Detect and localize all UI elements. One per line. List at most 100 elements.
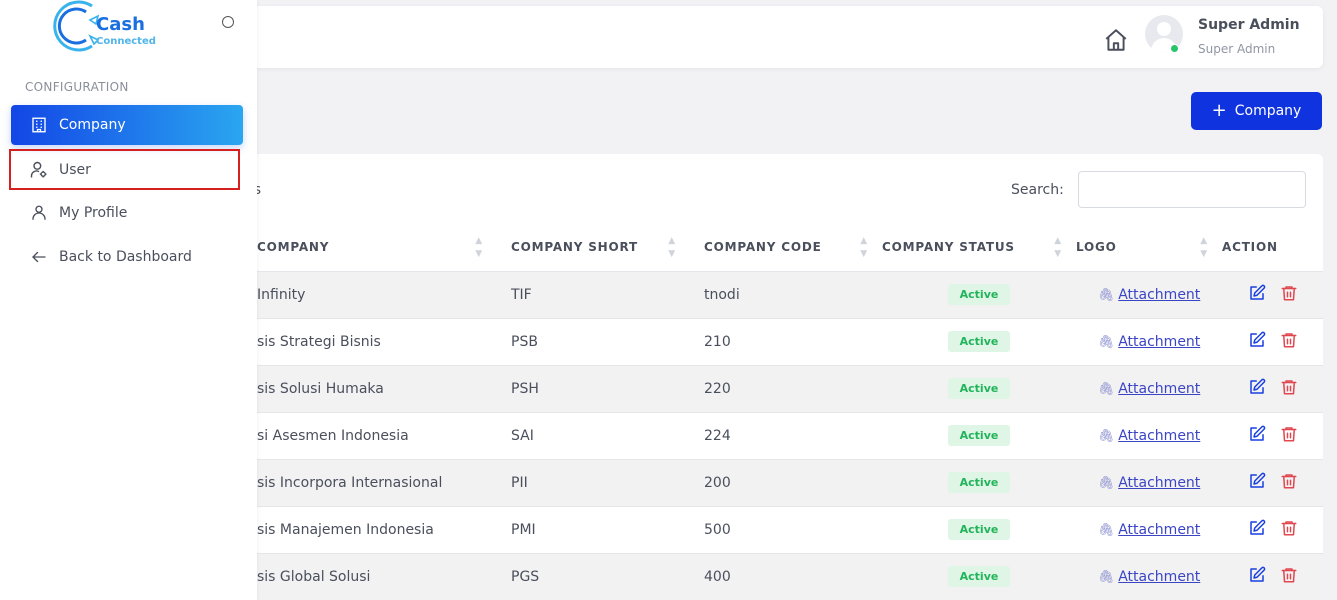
sidebar-item-label: Back to Dashboard	[59, 249, 192, 265]
action-cell	[1222, 271, 1323, 319]
attachment-link[interactable]: Attachment	[1118, 381, 1200, 397]
company-status-cell: Active	[882, 459, 1076, 507]
table-row: sis Incorpora Internasional PII 200 Active 🖇…	[190, 459, 1323, 507]
company-short-cell: PII	[497, 459, 690, 507]
table-row: Infinity TIF tnodi Active 🖇 Attachment	[190, 271, 1323, 319]
company-short-cell: SAI	[497, 412, 690, 460]
sort-icon: ▲ ▼	[668, 236, 676, 259]
status-badge: Active	[947, 472, 1011, 493]
edit-icon[interactable]	[1248, 331, 1266, 353]
company-short-cell: PMI	[497, 506, 690, 554]
sidebar-item-label: User	[59, 161, 91, 178]
action-cell	[1222, 506, 1323, 554]
action-cell	[1222, 318, 1323, 366]
arrow-left-icon	[29, 247, 49, 267]
status-badge: Active	[947, 378, 1011, 399]
column-header-company-short[interactable]: COMPANY SHORT ▲ ▼	[497, 224, 690, 272]
company-code-cell: 224	[690, 412, 882, 460]
online-status-dot	[1170, 44, 1179, 53]
company-short-cell: PSB	[497, 318, 690, 366]
column-header-logo[interactable]: LOGO ▲ ▼	[1076, 224, 1222, 272]
attachment-link[interactable]: Attachment	[1118, 334, 1200, 350]
attachment-link[interactable]: Attachment	[1118, 522, 1200, 538]
add-company-button[interactable]: + Company	[1191, 92, 1322, 130]
delete-icon[interactable]	[1280, 566, 1298, 588]
table-row: sis Solusi Humaka PSH 220 Active 🖇 Attachment	[190, 365, 1323, 413]
company-code-cell: 500	[690, 506, 882, 554]
user-name: Super Admin	[1198, 17, 1300, 33]
table-row: sis Manajemen Indonesia PMI 500 Active 🖇 Atta…	[190, 506, 1323, 554]
sidebar-item-my-profile[interactable]: My Profile	[11, 193, 243, 233]
edit-icon[interactable]	[1248, 472, 1266, 494]
home-icon[interactable]	[1103, 27, 1129, 53]
company-short-cell: PSH	[497, 365, 690, 413]
paperclip-icon: 🖇	[1097, 522, 1115, 538]
logo-cell: 🖇 Attachment	[1076, 506, 1222, 554]
logo-cell: 🖇 Attachment	[1076, 553, 1222, 600]
user-role: Super Admin	[1198, 42, 1276, 56]
delete-icon[interactable]	[1280, 519, 1298, 541]
building-icon	[29, 115, 49, 135]
sidebar-item-back-to-dashboard[interactable]: Back to Dashboard	[11, 237, 243, 277]
edit-icon[interactable]	[1248, 378, 1266, 400]
paperclip-icon: 🖇	[1097, 475, 1115, 491]
status-badge: Active	[947, 284, 1011, 305]
edit-icon[interactable]	[1248, 284, 1266, 306]
delete-icon[interactable]	[1280, 284, 1298, 306]
table-row: sis Strategi Bisnis PSB 210 Active 🖇 Attachme…	[190, 318, 1323, 366]
company-status-cell: Active	[882, 553, 1076, 600]
action-cell	[1222, 553, 1323, 600]
edit-icon[interactable]	[1248, 519, 1266, 541]
company-code-cell: 210	[690, 318, 882, 366]
delete-icon[interactable]	[1280, 378, 1298, 400]
delete-icon[interactable]	[1280, 472, 1298, 494]
action-cell	[1222, 412, 1323, 460]
action-cell	[1222, 365, 1323, 413]
company-short-cell: PGS	[497, 553, 690, 600]
brand-name: Cash	[96, 14, 145, 35]
paperclip-icon: 🖇	[1097, 428, 1115, 444]
plus-icon: +	[1211, 100, 1227, 121]
company-code-cell: tnodi	[690, 271, 882, 319]
company-code-cell: 400	[690, 553, 882, 600]
edit-icon[interactable]	[1248, 566, 1266, 588]
table-row: si Asesmen Indonesia SAI 224 Active 🖇 Attachm…	[190, 412, 1323, 460]
search-input[interactable]	[1078, 171, 1306, 208]
sidebar-item-label: My Profile	[59, 205, 128, 221]
sidebar-item-company[interactable]: Company	[11, 105, 243, 145]
sidebar-toggle[interactable]	[222, 16, 234, 28]
table-row: sis Global Solusi PGS 400 Active 🖇 Attachment	[190, 553, 1323, 600]
brand-subtitle: Connected	[96, 36, 156, 47]
company-status-cell: Active	[882, 271, 1076, 319]
sort-icon: ▲ ▼	[860, 236, 868, 259]
column-header-action: ACTION	[1222, 224, 1323, 272]
company-code-cell: 220	[690, 365, 882, 413]
company-status-cell: Active	[882, 412, 1076, 460]
delete-icon[interactable]	[1280, 425, 1298, 447]
column-header-company-code[interactable]: COMPANY CODE ▲ ▼	[690, 224, 882, 272]
attachment-link[interactable]: Attachment	[1118, 428, 1200, 444]
logo-cell: 🖇 Attachment	[1076, 271, 1222, 319]
column-header-company-status[interactable]: COMPANY STATUS ▲ ▼	[882, 224, 1076, 272]
company-code-cell: 200	[690, 459, 882, 507]
attachment-link[interactable]: Attachment	[1118, 287, 1200, 303]
person-icon	[29, 203, 49, 223]
delete-icon[interactable]	[1280, 331, 1298, 353]
company-table-card: tries Search: COMPANY▲▼ COMPANY SHORT▲▼ …	[190, 154, 1323, 600]
logo-cell: 🖇 Attachment	[1076, 459, 1222, 507]
sort-icon: ▲ ▼	[475, 236, 483, 259]
attachment-link[interactable]: Attachment	[1118, 475, 1200, 491]
status-badge: Active	[947, 425, 1011, 446]
edit-icon[interactable]	[1248, 425, 1266, 447]
paperclip-icon: 🖇	[1097, 381, 1115, 397]
status-badge: Active	[947, 331, 1011, 352]
company-status-cell: Active	[882, 506, 1076, 554]
sort-icon: ▲ ▼	[1200, 236, 1208, 259]
company-table: COMPANY ▲ ▼ COMPANY SHORT ▲ ▼ COMPANY CODE ▲ ▼…	[190, 224, 1323, 600]
action-cell	[1222, 459, 1323, 507]
paperclip-icon: 🖇	[1097, 334, 1115, 350]
top-header: Super Admin Super Admin	[190, 6, 1323, 68]
sidebar-item-user[interactable]: User	[9, 149, 240, 190]
attachment-link[interactable]: Attachment	[1118, 569, 1200, 585]
search-label: Search:	[1011, 182, 1064, 198]
